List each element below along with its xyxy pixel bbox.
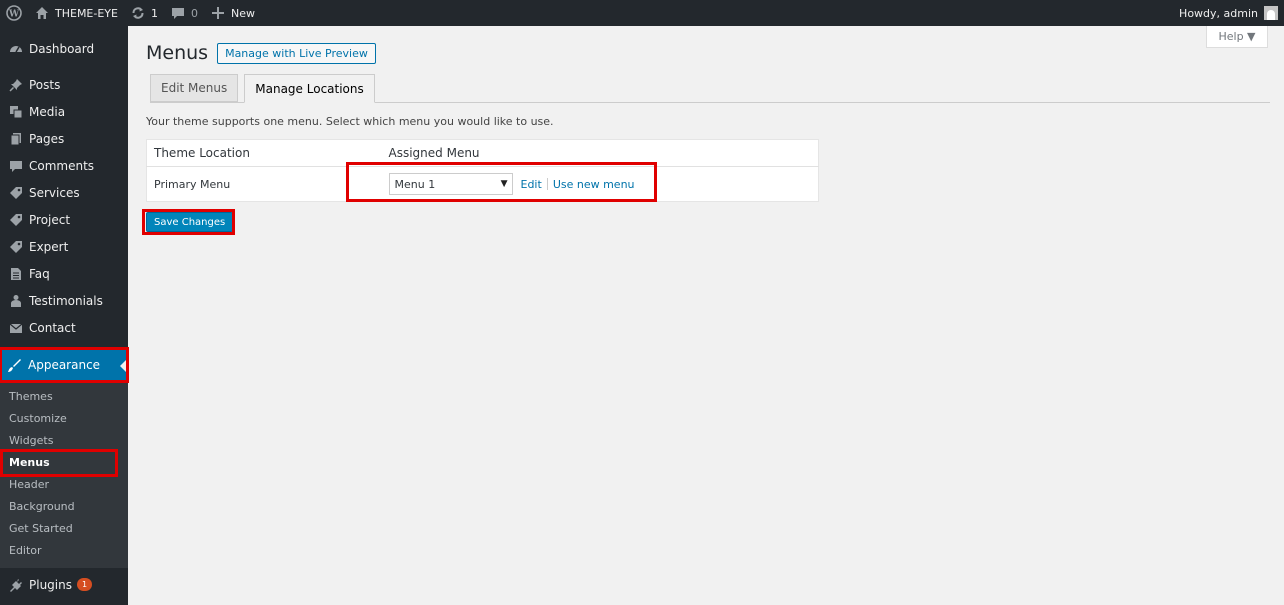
pages-icon — [8, 131, 23, 146]
document-icon — [8, 266, 23, 281]
new-content-link[interactable]: New — [204, 0, 261, 26]
greeting: Howdy, admin — [1179, 6, 1258, 20]
svg-text:W: W — [8, 10, 20, 20]
sidebar-label: Media — [29, 104, 66, 119]
main-content: Help ▼ Menus Manage with Live Preview Ed… — [142, 26, 1270, 605]
submenu-background[interactable]: Background — [0, 496, 128, 518]
edit-menu-link[interactable]: Edit — [521, 178, 542, 191]
media-icon — [8, 104, 23, 119]
comment-bubble-icon — [170, 5, 186, 21]
table-header-row: Theme Location Assigned Menu — [146, 139, 819, 167]
site-name-link[interactable]: THEME-EYE — [28, 0, 124, 26]
title-row: Menus Manage with Live Preview — [146, 42, 376, 64]
sidebar-label: Testimonials — [29, 293, 103, 308]
sidebar-label: Appearance — [28, 358, 101, 372]
save-changes-button[interactable]: Save Changes — [146, 212, 234, 232]
new-label: New — [230, 6, 255, 20]
plus-icon — [210, 5, 226, 21]
brush-icon — [7, 358, 22, 373]
sidebar-item-faq[interactable]: Faq — [0, 260, 128, 287]
tag-icon — [8, 185, 23, 200]
submenu-themes[interactable]: Themes — [0, 386, 128, 408]
sidebar-item-comments[interactable]: Comments — [0, 152, 128, 179]
column-assigned-menu: Assigned Menu — [381, 139, 819, 167]
wordpress-icon: W — [6, 5, 22, 21]
column-theme-location: Theme Location — [146, 139, 382, 167]
updates-link[interactable]: 1 — [124, 0, 164, 26]
assigned-menu-cell: Menu 1 ▼ Edit Use new menu — [382, 167, 819, 202]
comment-icon — [8, 158, 23, 173]
comments-count: 0 — [190, 6, 198, 20]
tab-edit-menus[interactable]: Edit Menus — [150, 74, 239, 102]
wordpress-logo[interactable]: W — [0, 0, 28, 26]
sidebar-label: Contact — [29, 320, 76, 335]
tag-icon — [8, 212, 23, 227]
assigned-menu-select[interactable]: Menu 1 ▼ — [388, 173, 513, 195]
pin-icon — [8, 77, 23, 92]
selected-menu-value: Menu 1 — [394, 177, 436, 191]
admin-sidebar: Dashboard Posts Media Pages Comments Ser… — [0, 26, 129, 605]
submenu-header[interactable]: Header — [0, 474, 128, 496]
sidebar-label: Faq — [29, 266, 50, 281]
sidebar-item-posts[interactable]: Posts — [0, 71, 128, 98]
people-icon — [8, 293, 23, 308]
sidebar-item-testimonials[interactable]: Testimonials — [0, 287, 128, 314]
admin-bar: W THEME-EYE 1 0 New Howdy, admin — [0, 0, 1284, 26]
sidebar-label: Dashboard — [29, 41, 95, 56]
mail-icon — [8, 320, 23, 335]
submenu-get-started[interactable]: Get Started — [0, 518, 128, 540]
site-name: THEME-EYE — [55, 6, 118, 20]
page-title: Menus — [146, 42, 209, 64]
sidebar-item-users[interactable]: Us — [0, 598, 128, 605]
sidebar-item-project[interactable]: Project — [0, 206, 128, 233]
comments-link[interactable]: 0 — [164, 0, 204, 26]
sidebar-item-appearance[interactable]: Appearance — [0, 347, 129, 383]
help-tab-button[interactable]: Help ▼ — [1206, 26, 1268, 48]
sidebar-label: Expert — [29, 239, 69, 254]
menu-locations-table: Theme Location Assigned Menu Primary Men… — [146, 139, 819, 202]
submenu-widgets[interactable]: Widgets — [0, 430, 128, 452]
tag-icon — [8, 239, 23, 254]
nav-tabs: Edit Menus Manage Locations — [150, 74, 1270, 103]
plug-icon — [8, 577, 23, 592]
use-new-menu-link[interactable]: Use new menu — [553, 178, 635, 191]
locations-description: Your theme supports one menu. Select whi… — [146, 115, 554, 128]
submenu-menus[interactable]: Menus — [0, 449, 118, 477]
table-row: Primary Menu Menu 1 ▼ Edit Use new menu — [147, 167, 819, 202]
sidebar-label: Services — [29, 185, 80, 200]
sidebar-item-plugins[interactable]: Plugins 1 — [0, 571, 128, 598]
updates-icon — [130, 5, 146, 21]
dropdown-arrow-icon: ▼ — [500, 179, 508, 189]
link-separator — [546, 178, 548, 190]
submenu-customize[interactable]: Customize — [0, 408, 128, 430]
sidebar-item-contact[interactable]: Contact — [0, 314, 128, 341]
tab-manage-locations[interactable]: Manage Locations — [244, 74, 375, 103]
dashboard-icon — [8, 41, 23, 56]
sidebar-label: Posts — [29, 77, 61, 92]
sidebar-label: Comments — [29, 158, 95, 173]
sidebar-item-services[interactable]: Services — [0, 179, 128, 206]
avatar — [1264, 6, 1278, 20]
appearance-submenu: Themes Customize Widgets Menus Header Ba… — [0, 380, 128, 568]
sidebar-label: Pages — [29, 131, 65, 146]
sidebar-item-pages[interactable]: Pages — [0, 125, 128, 152]
sidebar-label: Plugins — [29, 577, 72, 592]
updates-count: 1 — [150, 6, 158, 20]
sidebar-item-expert[interactable]: Expert — [0, 233, 128, 260]
location-name: Primary Menu — [154, 177, 231, 191]
live-preview-button[interactable]: Manage with Live Preview — [217, 42, 376, 64]
sidebar-label: Project — [29, 212, 71, 227]
sidebar-item-dashboard[interactable]: Dashboard — [0, 35, 128, 62]
submenu-editor[interactable]: Editor — [0, 540, 128, 562]
home-icon — [34, 5, 50, 21]
plugins-update-badge: 1 — [76, 578, 93, 591]
my-account[interactable]: Howdy, admin — [1179, 6, 1284, 20]
sidebar-item-media[interactable]: Media — [0, 98, 128, 125]
